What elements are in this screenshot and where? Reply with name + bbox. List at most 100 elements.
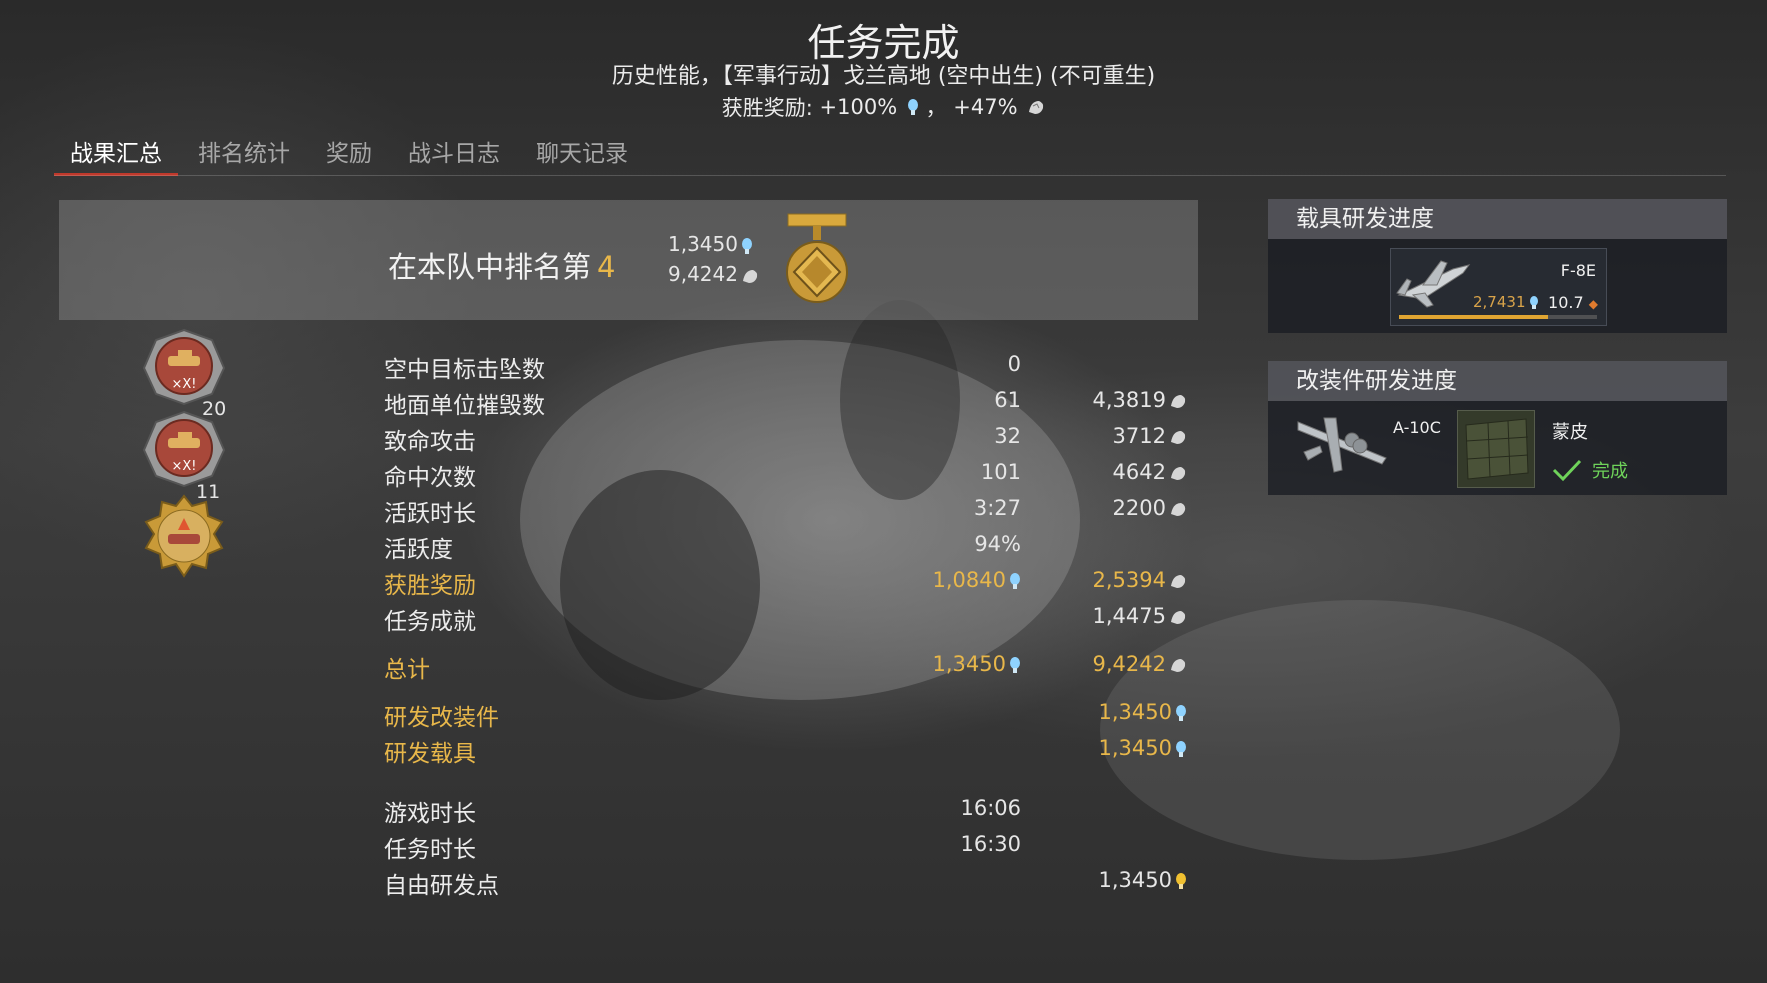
stat-critical-hits-sl-value: 3712 <box>1112 424 1166 448</box>
win-reward-label: 获胜奖励: <box>721 96 813 120</box>
stat-critical-hits-count: 32 <box>994 424 1021 448</box>
rank-banner <box>59 200 1198 320</box>
tab-chat-log[interactable]: 聊天记录 <box>520 128 644 176</box>
rank-sl-value: 9,4242 <box>668 262 738 286</box>
win-reward-rp: +100% <box>819 95 898 119</box>
stat-game-time-value: 16:06 <box>960 796 1021 820</box>
vehicle-research-progress-fill <box>1399 315 1548 319</box>
skin-mod-icon <box>1458 411 1534 487</box>
stat-label-research-vehicle: 研发载具 <box>384 741 476 767</box>
silver-lion-icon <box>742 269 758 283</box>
gold-tank-medal-icon <box>144 494 224 578</box>
f8e-aircraft-icon <box>1396 260 1471 308</box>
team-rank-text: 在本队中排名第 4 <box>388 244 615 286</box>
win-reward-line: 获胜奖励: +100% ， +47% <box>0 92 1767 122</box>
silver-lion-icon <box>1029 101 1044 114</box>
rank-medal-icon <box>786 213 848 303</box>
silver-lion-icon <box>1171 611 1186 624</box>
stat-hits-sl-value: 4642 <box>1112 460 1166 484</box>
stat-research-mods-rp: 1,3450 <box>1099 700 1187 724</box>
stat-active-time-sl-value: 2200 <box>1112 496 1166 520</box>
vehicle-battle-rating: 10.7 ◆ <box>1548 293 1598 312</box>
stat-label-mission-time: 任务时长 <box>384 837 476 863</box>
tank-kill-medal-2-icon: ×X! <box>142 410 226 488</box>
svg-text:×X!: ×X! <box>171 459 196 474</box>
vehicle-research-progress <box>1399 315 1597 319</box>
rank-rp-value: 1,3450 <box>668 232 738 256</box>
mod-thumbnail[interactable] <box>1457 410 1535 488</box>
stat-mission-time-value: 16:30 <box>960 832 1021 856</box>
tab-divider <box>54 175 1726 176</box>
mod-vehicle-name: A-10C <box>1393 418 1441 437</box>
stat-win-reward-sl-value: 2,5394 <box>1092 568 1166 592</box>
stat-label-win-reward: 获胜奖励 <box>384 573 476 599</box>
win-reward-sep: ， <box>925 96 947 120</box>
research-point-icon <box>1010 573 1020 589</box>
stat-win-reward-sl: 2,5394 <box>1093 568 1187 592</box>
stat-mission-achievement-sl: 1,4475 <box>1093 604 1187 628</box>
rank-diamond-icon: ◆ <box>1588 297 1598 311</box>
research-point-icon <box>1010 657 1020 673</box>
vehicle-rp: 2,7431 <box>1473 293 1539 311</box>
vehicle-name: F-8E <box>1560 261 1596 280</box>
tab-battle-log[interactable]: 战斗日志 <box>392 128 516 176</box>
stat-research-vehicle-rp-value: 1,3450 <box>1098 736 1172 760</box>
stat-active-time-sl: 2200 <box>1113 496 1187 520</box>
stat-ground-kills-sl-value: 4,3819 <box>1092 388 1166 412</box>
vehicle-br-value: 10.7 <box>1548 293 1584 312</box>
stat-total-rp-value: 1,3450 <box>932 652 1006 676</box>
vehicle-research-card[interactable]: F-8E 2,7431 10.7 ◆ <box>1390 248 1607 326</box>
stat-active-time-value: 3:27 <box>973 496 1021 520</box>
vehicle-rp-value: 2,7431 <box>1473 293 1526 311</box>
stat-label-active-time: 活跃时长 <box>384 501 476 527</box>
stat-win-reward-rp-value: 1,0840 <box>932 568 1006 592</box>
mod-research-title: 改装件研发进度 <box>1268 361 1727 401</box>
tab-bar: 战果汇总 排名统计 奖励 战斗日志 聊天记录 <box>54 128 648 176</box>
rank-rp: 1,3450 <box>668 232 753 256</box>
mod-name: 蒙皮 <box>1552 422 1588 443</box>
tab-summary[interactable]: 战果汇总 <box>54 128 178 176</box>
background-blur-dark-2 <box>840 300 960 500</box>
stat-label-total: 总计 <box>384 657 430 683</box>
team-rank-label: 在本队中排名第 <box>388 250 592 284</box>
tab-ranking[interactable]: 排名统计 <box>182 128 306 176</box>
research-point-icon <box>1176 705 1186 721</box>
tank-kill-medal-icon: ×X! <box>142 328 226 406</box>
research-point-icon <box>1529 296 1538 309</box>
stat-hits-sl: 4642 <box>1113 460 1187 484</box>
stat-label-hits: 命中次数 <box>384 465 476 491</box>
silver-lion-icon <box>1171 575 1186 588</box>
research-point-icon <box>1176 741 1186 757</box>
tab-rewards[interactable]: 奖励 <box>310 128 388 176</box>
stat-free-rp-value: 1,3450 <box>1098 868 1172 892</box>
svg-text:×X!: ×X! <box>171 377 196 392</box>
free-research-point-icon <box>1176 873 1186 889</box>
stat-label-game-time: 游戏时长 <box>384 801 476 827</box>
research-point-icon <box>741 237 752 254</box>
stat-label-mission-achievement: 任务成就 <box>384 609 476 635</box>
stat-critical-hits-sl: 3712 <box>1113 424 1187 448</box>
stat-research-mods-rp-value: 1,3450 <box>1098 700 1172 724</box>
stat-air-kills-count: 0 <box>1007 352 1021 376</box>
background-blur-dark <box>560 470 760 700</box>
stat-label-free-rp: 自由研发点 <box>384 873 499 899</box>
stat-free-rp: 1,3450 <box>1099 868 1187 892</box>
stat-total-sl: 9,4242 <box>1093 652 1187 676</box>
a10c-aircraft-icon <box>1297 417 1387 473</box>
stat-label-critical-hits: 致命攻击 <box>384 429 476 455</box>
mission-subtitle: 历史性能，【军事行动】戈兰高地 (空中出生) (不可重生) <box>611 64 1156 89</box>
silver-lion-icon <box>1171 395 1186 408</box>
stat-label-research-mods: 研发改装件 <box>384 705 499 731</box>
stat-hits-count: 101 <box>980 460 1021 484</box>
stat-total-rp: 1,3450 <box>933 652 1021 676</box>
stat-total-sl-value: 9,4242 <box>1092 652 1166 676</box>
mod-status: 完成 <box>1592 461 1628 482</box>
checkmark-icon <box>1552 459 1582 482</box>
stat-ground-kills-sl: 4,3819 <box>1093 388 1187 412</box>
silver-lion-icon <box>1171 659 1186 672</box>
stat-mission-achievement-sl-value: 1,4475 <box>1092 604 1166 628</box>
stat-ground-kills-count: 61 <box>994 388 1021 412</box>
stat-research-vehicle-rp: 1,3450 <box>1099 736 1187 760</box>
silver-lion-icon <box>1171 503 1186 516</box>
silver-lion-icon <box>1171 467 1186 480</box>
